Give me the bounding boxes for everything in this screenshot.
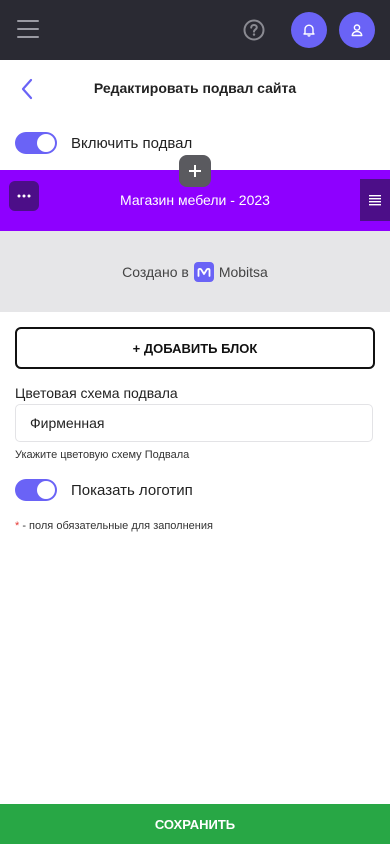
- toggle-knob: [37, 134, 55, 152]
- color-scheme-select[interactable]: Фирменная: [15, 404, 373, 442]
- toggle-knob: [37, 481, 55, 499]
- drag-lines-icon: [369, 195, 381, 206]
- mobitsa-logo-icon: [193, 261, 214, 282]
- footer-credits: Создано в Mobitsa: [0, 231, 390, 312]
- help-icon[interactable]: [243, 19, 265, 41]
- enable-footer-label: Включить подвал: [71, 135, 193, 152]
- show-logo-toggle[interactable]: [15, 479, 57, 501]
- save-button[interactable]: СОХРАНИТЬ: [0, 804, 390, 844]
- required-note-text: - поля обязательные для заполнения: [19, 520, 213, 532]
- drag-handle-button[interactable]: [360, 179, 390, 221]
- enable-footer-toggle[interactable]: [15, 132, 57, 154]
- notifications-button[interactable]: [291, 12, 327, 48]
- color-scheme-label: Цветовая схема подвала: [15, 385, 178, 401]
- profile-button[interactable]: [339, 12, 375, 48]
- color-scheme-hint: Укажите цветовую схему Подвала: [15, 449, 190, 461]
- user-icon: [351, 24, 363, 37]
- page-header: Редактировать подвал сайта: [0, 60, 390, 118]
- bell-icon: [303, 24, 315, 37]
- credits-prefix: Создано в: [122, 263, 189, 280]
- plus-icon: [189, 165, 201, 177]
- required-fields-note: * - поля обязательные для заполнения: [15, 520, 213, 532]
- brand-name: Mobitsa: [218, 263, 268, 280]
- menu-icon[interactable]: [17, 20, 39, 38]
- show-logo-label: Показать логотип: [71, 482, 193, 499]
- footer-title: Магазин мебели - 2023: [120, 192, 270, 208]
- add-block-plus-button[interactable]: [179, 155, 211, 187]
- page-title: Редактировать подвал сайта: [93, 80, 297, 96]
- top-app-bar: [0, 0, 390, 60]
- add-block-button[interactable]: + ДОБАВИТЬ БЛОК: [15, 327, 375, 369]
